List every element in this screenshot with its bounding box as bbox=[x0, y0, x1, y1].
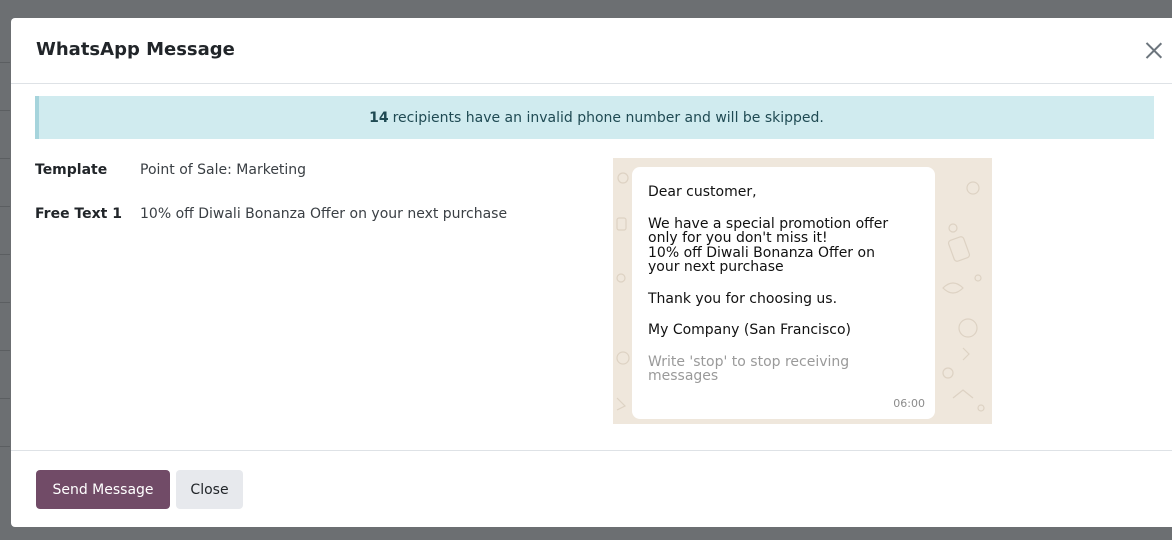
background-divider bbox=[0, 158, 10, 159]
message-time: 06:00 bbox=[893, 396, 925, 410]
footer-line: Write 'stop' to stop receiving bbox=[648, 353, 850, 370]
template-field: Template Point of Sale: Marketing bbox=[35, 162, 306, 178]
invalid-count: 14 bbox=[369, 109, 389, 126]
thanks-text: Thank you for choosing us. bbox=[648, 290, 838, 307]
background-divider bbox=[0, 446, 10, 447]
body-line: your next purchase bbox=[648, 259, 784, 275]
background-divider bbox=[0, 398, 10, 399]
free-text-field: Free Text 1 10% off Diwali Bonanza Offer… bbox=[35, 206, 507, 222]
free-text-label: Free Text 1 bbox=[35, 206, 122, 222]
dialog-header: WhatsApp Message bbox=[11, 18, 1172, 84]
dialog-title: WhatsApp Message bbox=[36, 39, 235, 60]
send-message-button[interactable]: Send Message bbox=[36, 470, 170, 509]
signature-text: My Company (San Francisco) bbox=[648, 322, 851, 338]
template-label: Template bbox=[35, 162, 108, 178]
message-bubble: Dear customer, We have a special promoti… bbox=[632, 167, 935, 419]
invalid-recipients-alert: 14 recipients have an invalid phone numb… bbox=[35, 96, 1154, 139]
free-text-value[interactable]: 10% off Diwali Bonanza Offer on your nex… bbox=[140, 206, 507, 222]
message-preview: Dear customer, We have a special promoti… bbox=[613, 158, 992, 424]
dialog-footer: Send Message Close bbox=[11, 450, 1172, 527]
background-divider bbox=[0, 350, 10, 351]
template-value[interactable]: Point of Sale: Marketing bbox=[140, 162, 306, 178]
alert-message: recipients have an invalid phone number … bbox=[392, 109, 824, 126]
body-line: 10% off Diwali Bonanza Offer on bbox=[648, 244, 875, 261]
background-divider bbox=[0, 206, 10, 207]
close-button[interactable]: Close bbox=[176, 470, 243, 509]
background-divider bbox=[0, 254, 10, 255]
background-divider bbox=[0, 110, 10, 111]
close-icon[interactable] bbox=[1140, 36, 1168, 64]
body-line: We have a special promotion offer bbox=[648, 215, 889, 232]
background-divider bbox=[0, 302, 10, 303]
footer-line: messages bbox=[648, 368, 719, 384]
background-divider bbox=[0, 62, 10, 63]
whatsapp-dialog: WhatsApp Message 14 recipients have an i… bbox=[11, 18, 1172, 527]
body-line: only for you don't miss it! bbox=[648, 230, 828, 246]
greeting-text: Dear customer, bbox=[648, 184, 757, 200]
